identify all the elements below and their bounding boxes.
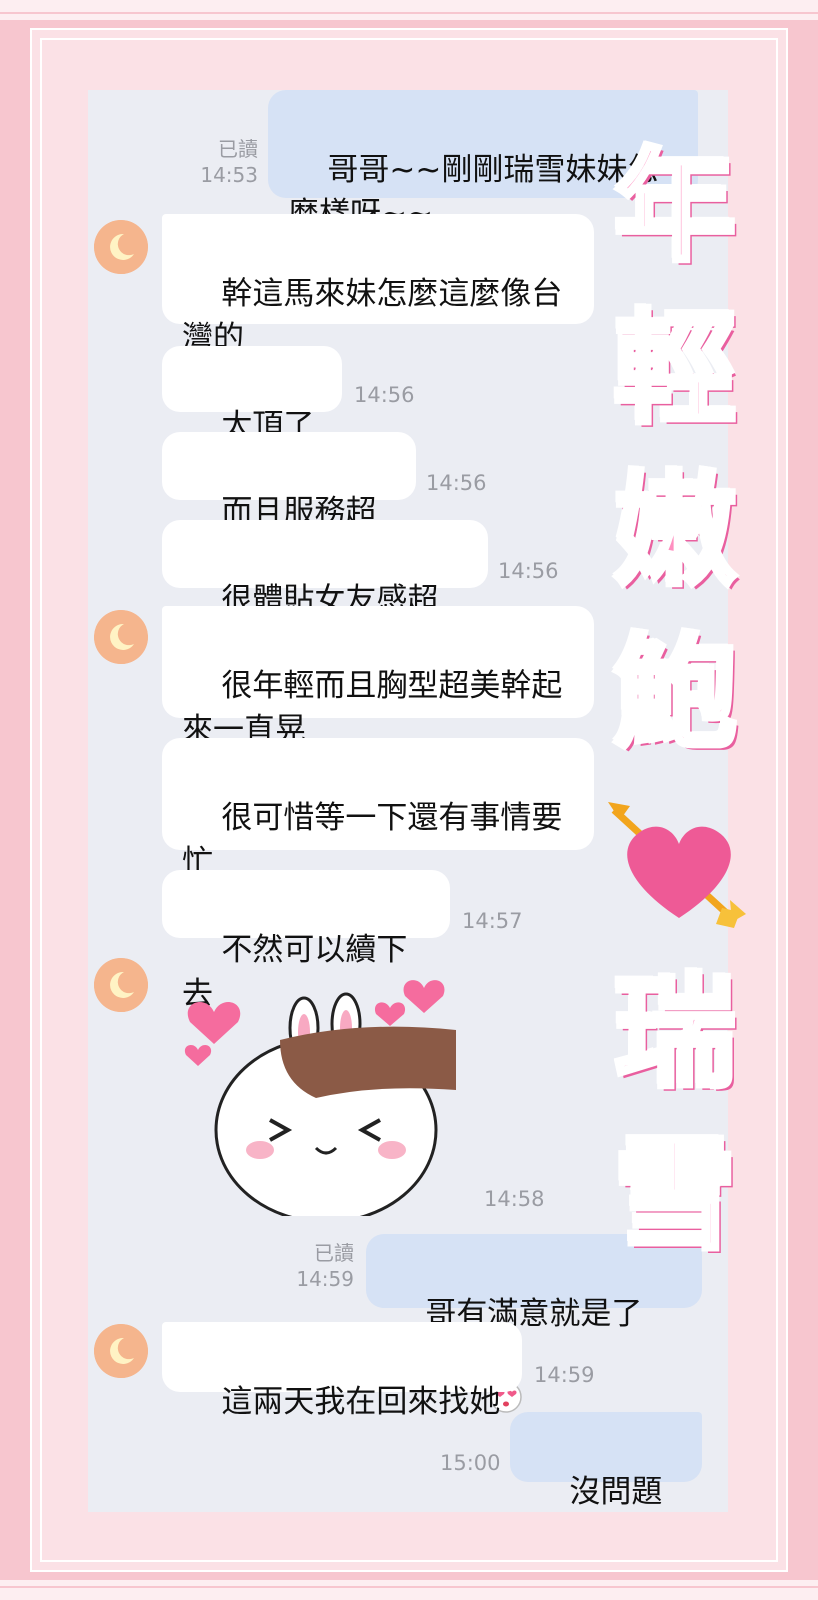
message-timestamp: 14:56 (498, 559, 559, 583)
message-text: 很可惜等一下還有事情要 忙 (182, 800, 563, 880)
message-text: 這兩天我在回來找她 (221, 1384, 501, 1420)
incoming-message-bubble[interactable]: 不然可以續下去 (162, 870, 450, 1012)
title-char: 年 (612, 134, 739, 281)
message-text: 幹這馬來妹怎麼這麼像台 灣的 (182, 276, 563, 356)
avatar[interactable] (94, 1324, 148, 1378)
heart-with-arrow-icon (604, 796, 754, 946)
avatar[interactable] (94, 610, 148, 664)
avatar[interactable] (94, 220, 148, 274)
bunny-sticker[interactable] (184, 980, 464, 1224)
incoming-message-bubble[interactable]: 幹這馬來妹怎麼這麼像台 灣的 (162, 214, 594, 356)
title-char: 瑞 (612, 960, 739, 1107)
title-char: 嫩 (612, 458, 739, 605)
incoming-message-bubble[interactable]: 這兩天我在回來找她 (162, 1322, 522, 1420)
read-receipt: 已讀 14:53 (200, 137, 258, 187)
title-char: 輕 (612, 296, 739, 443)
message-timestamp: 15:00 (440, 1451, 501, 1475)
message-timestamp: 14:56 (354, 383, 415, 407)
incoming-message-bubble[interactable]: 太頂了吧 (162, 346, 342, 488)
message-text: 沒問題~~ (569, 1474, 663, 1510)
message-timestamp: 14:59 (534, 1363, 595, 1387)
message-timestamp: 14:57 (462, 909, 523, 933)
avatar[interactable] (94, 958, 148, 1012)
outgoing-message-bubble[interactable]: 沒問題~~ (510, 1412, 702, 1510)
incoming-message-bubble[interactable]: 很年輕而且胸型超美幹起 來一直晃 (162, 606, 594, 748)
incoming-message-bubble[interactable]: 而且服務超好 (162, 432, 416, 574)
message-timestamp: 14:56 (426, 471, 487, 495)
incoming-message-bubble[interactable]: 很體貼女友感超強 (162, 520, 488, 662)
title-char: 雪 (612, 1122, 739, 1269)
incoming-message-bubble[interactable]: 很可惜等一下還有事情要 忙 (162, 738, 594, 880)
message-timestamp: 14:58 (484, 1187, 545, 1211)
title-char: 鮑 (612, 620, 739, 767)
message-text: 很年輕而且胸型超美幹起 來一直晃 (182, 668, 563, 748)
read-receipt: 已讀 14:59 (296, 1241, 354, 1291)
